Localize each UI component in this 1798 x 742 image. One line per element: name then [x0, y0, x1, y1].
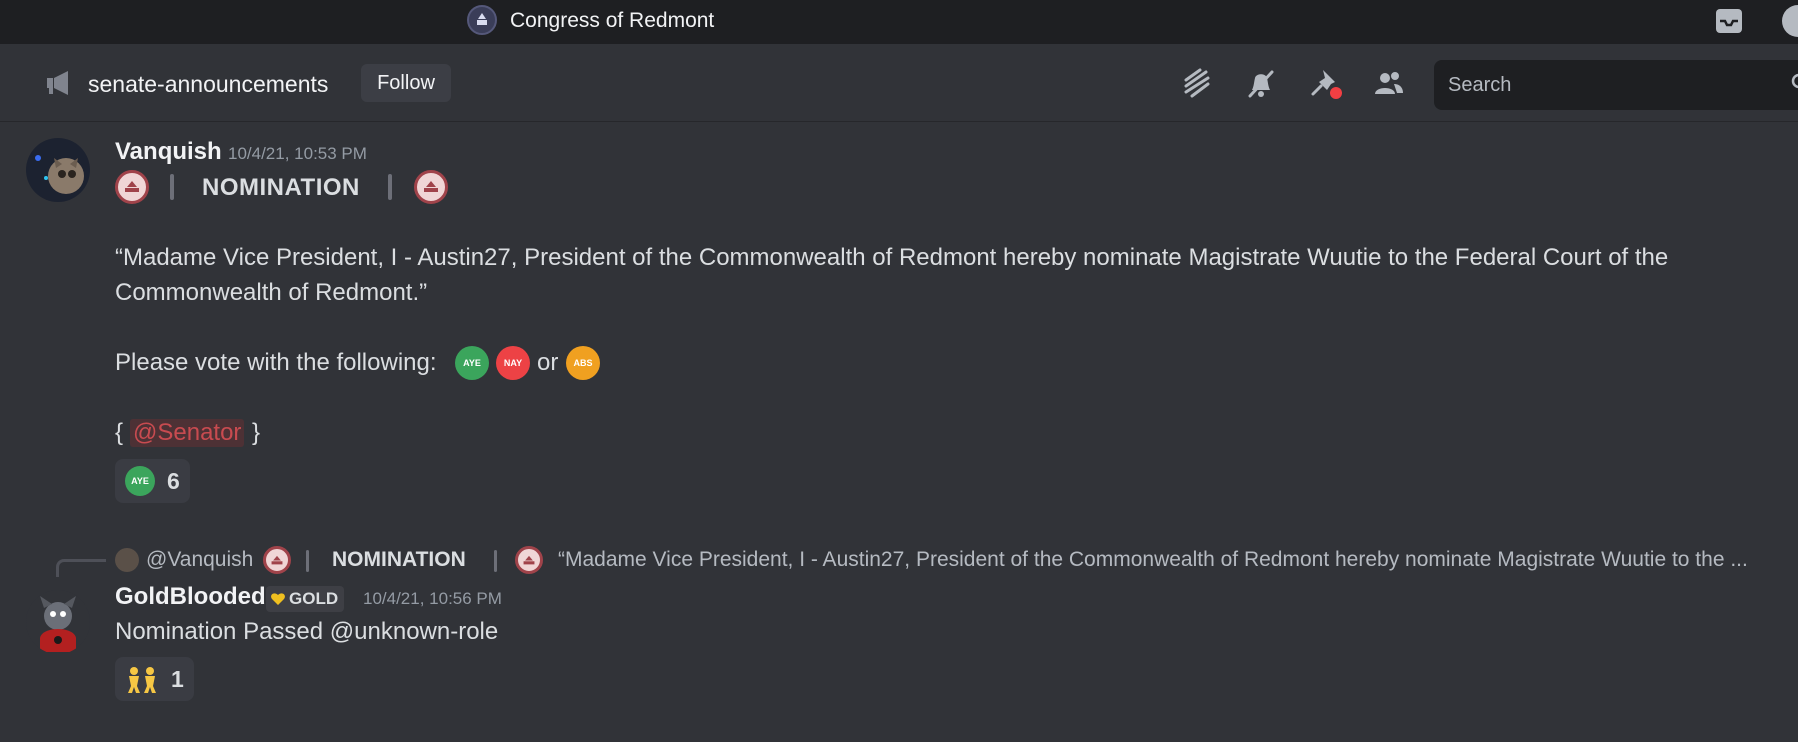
aye-emoji-icon: AYE: [125, 466, 155, 496]
help-icon[interactable]: [1782, 5, 1798, 37]
reply-preview[interactable]: “Madame Vice President, I - Austin27, Pr…: [558, 548, 1748, 572]
message-text: “Madame Vice President, I - Austin27, Pr…: [115, 244, 1669, 271]
server-icon[interactable]: [467, 5, 497, 35]
channel-header: senate-announcements Follow: [0, 44, 1798, 122]
guild-tag-label: GOLD: [289, 589, 339, 608]
reaction-count: 6: [167, 467, 180, 494]
avatar[interactable]: [26, 138, 90, 202]
seal-icon: [414, 170, 448, 204]
brace-open: {: [115, 419, 124, 446]
divider: [388, 174, 392, 200]
message-text: Commonwealth of Redmont.”: [115, 279, 428, 306]
message-author[interactable]: Vanquish: [115, 138, 222, 166]
aye-emoji-icon: AYE: [455, 346, 489, 380]
role-mention[interactable]: @Senator: [130, 419, 245, 447]
inbox-icon[interactable]: [1714, 7, 1744, 35]
reply-avatar: [115, 548, 139, 572]
heart-icon: [271, 593, 285, 605]
reaction-count: 1: [171, 665, 184, 692]
muted-notifications-icon[interactable]: [1244, 66, 1278, 100]
abs-emoji-icon: ABS: [566, 346, 600, 380]
message-heading: NOMINATION: [202, 174, 360, 201]
reaction-button[interactable]: AYE 6: [115, 459, 190, 503]
vote-or-text: or: [537, 349, 559, 376]
reply-connector: [56, 559, 106, 577]
seal-icon: [115, 170, 149, 204]
dancing-emoji-icon: [128, 667, 156, 693]
seal-icon: [515, 546, 543, 574]
message-author[interactable]: GoldBlooded: [115, 583, 266, 611]
server-name: Congress of Redmont: [510, 9, 715, 32]
nay-emoji-icon: NAY: [496, 346, 530, 380]
avatar[interactable]: [26, 590, 90, 654]
follow-button[interactable]: Follow: [361, 64, 451, 102]
reaction-button[interactable]: 1: [115, 657, 194, 701]
channel-name: senate-announcements: [88, 71, 329, 97]
vote-prompt: Please vote with the following:: [115, 349, 437, 376]
reply-author[interactable]: @Vanquish: [146, 548, 253, 572]
divider: [494, 550, 497, 572]
message-timestamp: 10/4/21, 10:53 PM: [228, 144, 367, 163]
search-input[interactable]: [1434, 60, 1798, 110]
message-timestamp: 10/4/21, 10:56 PM: [363, 589, 502, 608]
announcement-channel-icon: [47, 71, 68, 95]
guild-tag[interactable]: GOLD: [266, 586, 345, 612]
search-icon[interactable]: [1790, 72, 1798, 94]
divider: [306, 550, 309, 572]
pinned-messages-icon[interactable]: [1309, 66, 1343, 100]
reply-heading: NOMINATION: [332, 548, 466, 571]
title-bar: Congress of Redmont: [0, 0, 1798, 44]
member-list-icon[interactable]: [1372, 66, 1406, 100]
threads-icon[interactable]: [1180, 66, 1214, 100]
message-text: Nomination Passed @unknown-role: [115, 618, 499, 645]
seal-icon: [263, 546, 291, 574]
brace-close: }: [252, 419, 261, 446]
divider: [170, 174, 174, 200]
